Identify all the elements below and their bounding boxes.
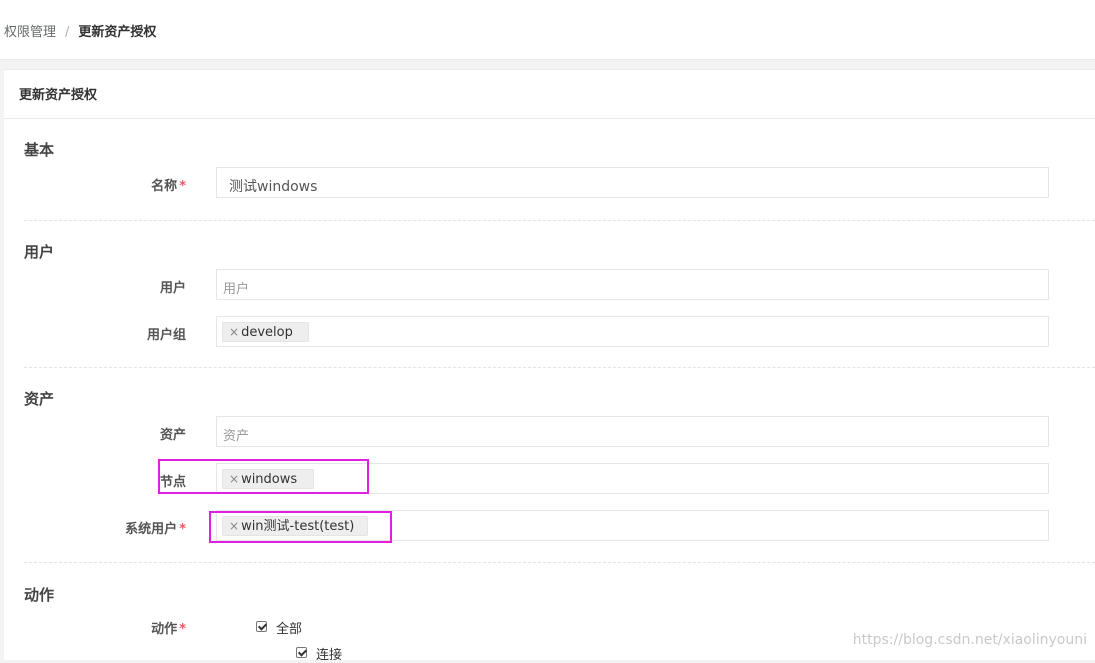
section-divider: [24, 220, 1095, 221]
user-group-select[interactable]: × develop: [216, 316, 1049, 347]
name-input[interactable]: 测试windows: [216, 167, 1049, 198]
action-connect-checkbox[interactable]: [296, 647, 307, 658]
highlight-box-system-user: [209, 511, 392, 543]
name-input-value: 测试windows: [229, 179, 318, 195]
section-users-heading: 用户: [24, 243, 55, 261]
remove-tag-icon[interactable]: ×: [229, 325, 239, 339]
section-basic-heading: 基本: [24, 141, 55, 159]
user-group-tag: × develop: [222, 322, 309, 342]
asset-select-placeholder: 资产: [223, 429, 250, 444]
watermark: https://blog.csdn.net/xiaolinyouni: [852, 632, 1087, 648]
breadcrumb-current: 更新资产授权: [78, 25, 157, 40]
asset-select[interactable]: 资产: [216, 416, 1049, 447]
section-divider: [24, 562, 1095, 563]
panel-title: 更新资产授权: [19, 88, 98, 103]
action-connect-label: 连接: [316, 648, 343, 663]
action-all-label: 全部: [276, 622, 303, 637]
form-panel: 更新资产授权 基本 名称 * 测试windows 用户 用户 用户 用户组 × de…: [4, 69, 1095, 663]
required-mark: *: [179, 522, 186, 537]
breadcrumb-parent-link[interactable]: 权限管理: [4, 25, 56, 40]
action-label: 动作 *: [151, 622, 186, 637]
top-header: 权限管理 / 更新资产授权: [0, 0, 1095, 60]
asset-label: 资产: [159, 428, 186, 443]
highlight-box-node: [158, 459, 369, 494]
breadcrumb-separator: /: [65, 25, 70, 40]
section-assets-heading: 资产: [24, 390, 55, 408]
system-user-label: 系统用户 *: [125, 522, 186, 537]
panel-divider: [4, 118, 1095, 119]
section-actions-heading: 动作: [24, 586, 55, 604]
section-divider: [24, 367, 1095, 368]
user-group-label: 用户组: [146, 328, 186, 343]
user-select[interactable]: 用户: [216, 269, 1049, 300]
required-mark: *: [179, 622, 186, 637]
breadcrumb: 权限管理 / 更新资产授权: [4, 21, 156, 40]
user-label: 用户: [159, 281, 186, 296]
required-mark: *: [179, 179, 186, 194]
user-select-placeholder: 用户: [223, 282, 250, 297]
name-label: 名称 *: [151, 179, 186, 194]
action-all-checkbox[interactable]: [256, 621, 267, 632]
